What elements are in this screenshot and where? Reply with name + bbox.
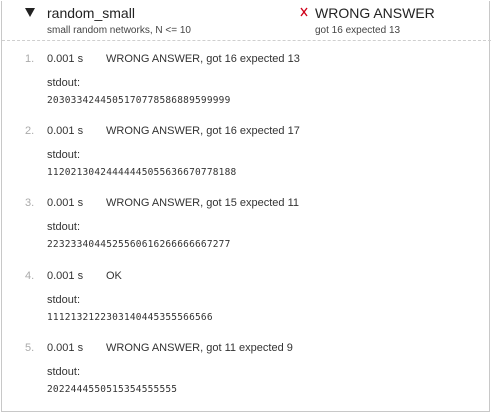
group-verdict-detail: got 16 expected 13 xyxy=(315,25,401,36)
test-group-panel: random_small small random networks, N <=… xyxy=(1,1,491,412)
case-number: 1. xyxy=(25,53,35,65)
stdout-value: 2030334244505170778586889599999 xyxy=(47,95,231,106)
stdout-value: 1112132122303140445355566566 xyxy=(47,312,213,323)
case-verdict: OK xyxy=(106,270,122,282)
stdout-value: 2232334044525560616266666667277 xyxy=(47,239,231,250)
case-number: 2. xyxy=(25,125,35,137)
group-name: random_small xyxy=(47,5,135,21)
case-verdict: WRONG ANSWER xyxy=(106,197,201,209)
stdout-label: stdout: xyxy=(47,221,81,233)
case-number: 4. xyxy=(25,270,35,282)
test-case: 4. 0.001 s OK stdout: 111213212230314044… xyxy=(2,270,491,330)
case-verdict: WRONG ANSWER xyxy=(106,125,201,137)
group-verdict: WRONG ANSWER xyxy=(315,5,435,21)
case-time: 0.001 s xyxy=(47,197,84,209)
x-mark-icon xyxy=(299,6,311,20)
case-result: WRONG ANSWER, got 16 expected 13 xyxy=(106,53,300,65)
test-case: 3. 0.001 s WRONG ANSWER, got 15 expected… xyxy=(2,197,491,257)
case-number: 5. xyxy=(25,342,35,354)
case-time: 0.001 s xyxy=(47,53,84,65)
test-case: 5. 0.001 s WRONG ANSWER, got 11 expected… xyxy=(2,342,491,402)
case-time: 0.001 s xyxy=(47,270,84,282)
case-time: 0.001 s xyxy=(47,125,84,137)
test-group-header: random_small small random networks, N <=… xyxy=(2,1,491,41)
case-result: WRONG ANSWER, got 16 expected 17 xyxy=(106,125,300,137)
case-verdict: WRONG ANSWER xyxy=(106,342,201,354)
collapse-triangle-icon[interactable] xyxy=(24,6,38,20)
case-verdict-detail: , got 16 expected 13 xyxy=(200,53,300,65)
case-verdict: WRONG ANSWER xyxy=(106,53,201,65)
stdout-label: stdout: xyxy=(47,77,81,89)
case-result: WRONG ANSWER, got 15 expected 11 xyxy=(106,197,299,209)
stdout-value: 2022444550515354555555 xyxy=(47,384,178,395)
case-result: WRONG ANSWER, got 11 expected 9 xyxy=(106,342,293,354)
case-number: 3. xyxy=(25,197,35,209)
case-time: 0.001 s xyxy=(47,342,84,354)
case-verdict-detail: , got 15 expected 11 xyxy=(200,197,299,209)
stdout-label: stdout: xyxy=(47,149,81,161)
stdout-label: stdout: xyxy=(47,366,81,378)
case-result: OK xyxy=(106,270,122,282)
group-description: small random networks, N <= 10 xyxy=(47,25,191,36)
case-verdict-detail: , got 16 expected 17 xyxy=(200,125,300,137)
stdout-label: stdout: xyxy=(47,294,81,306)
test-case: 2. 0.001 s WRONG ANSWER, got 16 expected… xyxy=(2,125,491,185)
case-verdict-detail: , got 11 expected 9 xyxy=(200,342,293,354)
test-case: 1. 0.001 s WRONG ANSWER, got 16 expected… xyxy=(2,53,491,113)
stdout-value: 11202130424444445055636670778188 xyxy=(47,167,237,178)
